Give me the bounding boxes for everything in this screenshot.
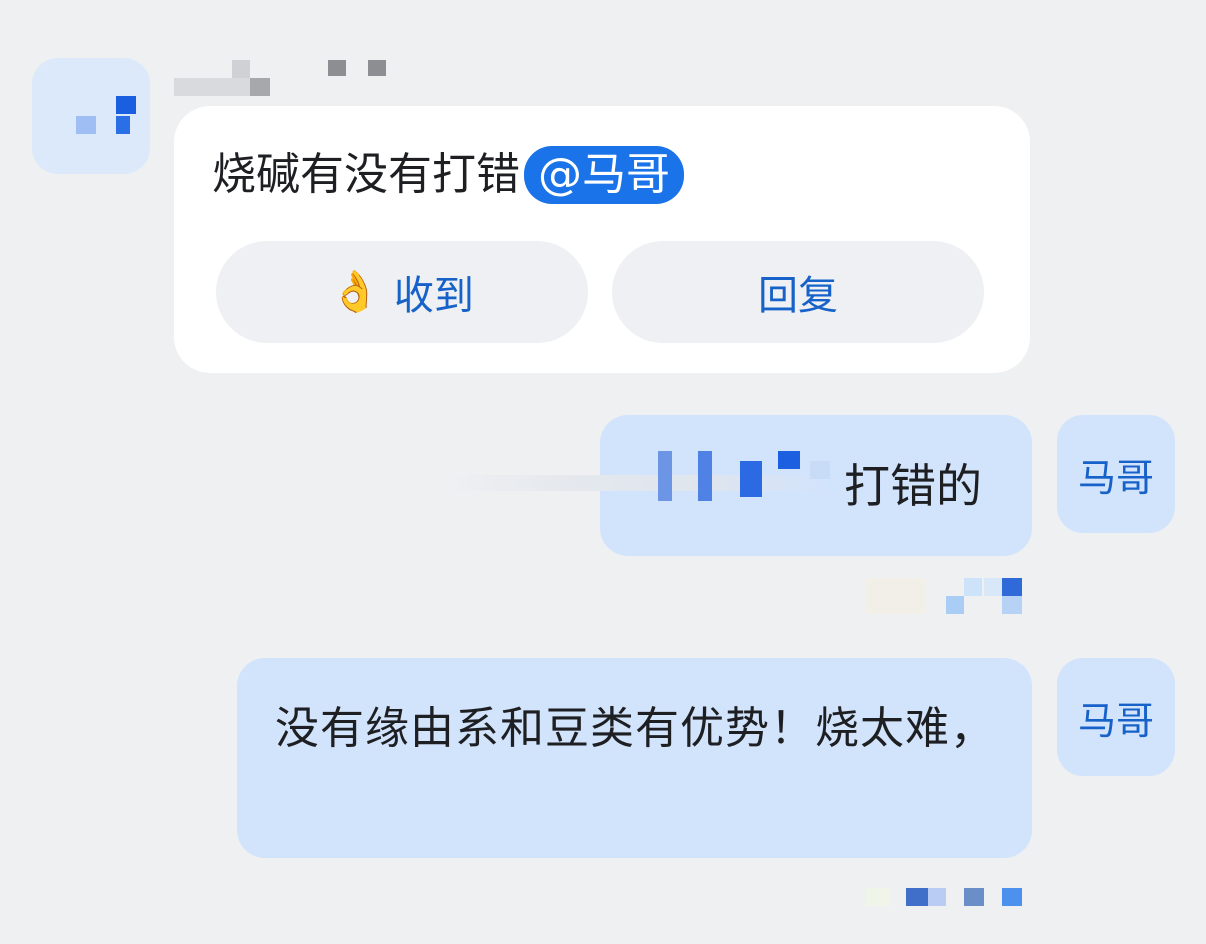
outgoing-message-bubble[interactable]: 打错的 (450, 415, 1032, 556)
incoming-message-text: 烧碱有没有打错 @马哥 (212, 146, 684, 204)
avatar-pixel (116, 96, 136, 114)
self-avatar[interactable]: 马哥 (1057, 658, 1175, 776)
mention-chip[interactable]: @马哥 (524, 146, 684, 204)
sender-avatar[interactable] (32, 58, 150, 174)
redacted-content (440, 451, 840, 515)
reply-button[interactable]: 回复 (612, 241, 984, 343)
incoming-message-card: 烧碱有没有打错 @马哥 👌 收到 回复 (174, 106, 1030, 373)
avatar-pixel (116, 116, 130, 134)
read-receipt-redacted (866, 576, 1036, 618)
reply-button-label: 回复 (758, 273, 838, 319)
read-receipt-redacted (866, 884, 1036, 912)
incoming-message-body: 烧碱有没有打错 (212, 149, 520, 200)
avatar-pixel (76, 116, 96, 134)
ok-hand-icon: 👌 (330, 269, 380, 315)
sender-name-redacted (174, 60, 414, 100)
outgoing-message-text: 没有缘由系和豆类有优势！烧太难， (275, 703, 995, 754)
outgoing-message-bubble[interactable]: 没有缘由系和豆类有优势！烧太难， (237, 658, 1032, 858)
ack-button-label: 收到 (393, 273, 474, 319)
self-avatar[interactable]: 马哥 (1057, 415, 1175, 533)
ack-button[interactable]: 👌 收到 (216, 241, 588, 343)
outgoing-message-text: 打错的 (844, 459, 982, 513)
